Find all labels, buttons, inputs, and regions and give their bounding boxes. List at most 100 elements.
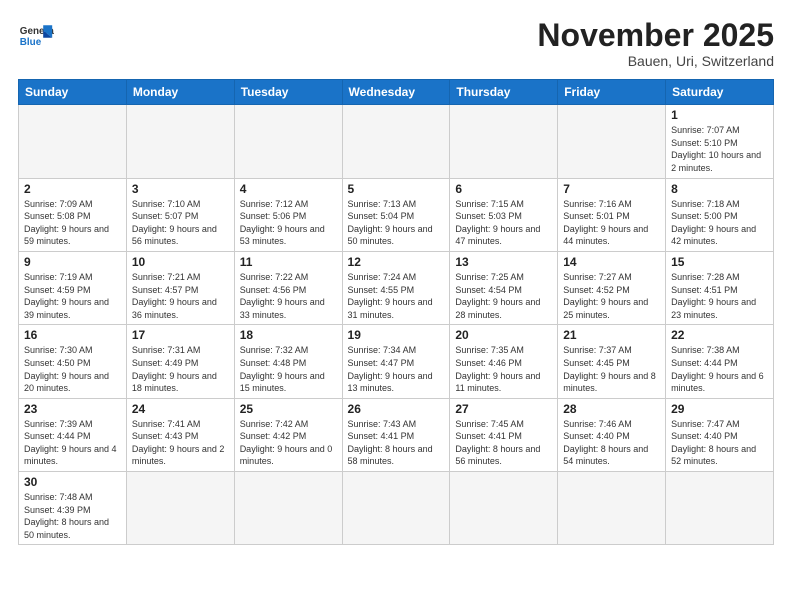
col-thursday: Thursday xyxy=(450,80,558,105)
day-info: Sunrise: 7:35 AM Sunset: 4:46 PM Dayligh… xyxy=(455,344,552,394)
day-info: Sunrise: 7:42 AM Sunset: 4:42 PM Dayligh… xyxy=(240,418,337,468)
day-number: 12 xyxy=(348,255,445,269)
col-friday: Friday xyxy=(558,80,666,105)
day-info: Sunrise: 7:45 AM Sunset: 4:41 PM Dayligh… xyxy=(455,418,552,468)
day-info: Sunrise: 7:13 AM Sunset: 5:04 PM Dayligh… xyxy=(348,198,445,248)
day-info: Sunrise: 7:37 AM Sunset: 4:45 PM Dayligh… xyxy=(563,344,660,394)
calendar-cell: 18 Sunrise: 7:32 AM Sunset: 4:48 PM Dayli… xyxy=(234,325,342,398)
day-info: Sunrise: 7:31 AM Sunset: 4:49 PM Dayligh… xyxy=(132,344,229,394)
calendar-cell xyxy=(342,472,450,545)
calendar-week-row-1: 2 Sunrise: 7:09 AM Sunset: 5:08 PM Daylig… xyxy=(19,178,774,251)
day-number: 13 xyxy=(455,255,552,269)
calendar-cell xyxy=(558,105,666,178)
calendar-cell: 26Sunrise: 7:43 AM Sunset: 4:41 PM Dayli… xyxy=(342,398,450,471)
calendar-cell: 27Sunrise: 7:45 AM Sunset: 4:41 PM Dayli… xyxy=(450,398,558,471)
calendar-cell xyxy=(126,105,234,178)
calendar-cell: 8 Sunrise: 7:18 AM Sunset: 5:00 PM Daylig… xyxy=(666,178,774,251)
day-info: Sunrise: 7:10 AM Sunset: 5:07 PM Dayligh… xyxy=(132,198,229,248)
calendar-table: Sunday Monday Tuesday Wednesday Thursday… xyxy=(18,79,774,545)
day-number: 4 xyxy=(240,182,337,196)
calendar-cell: 9Sunrise: 7:19 AM Sunset: 4:59 PM Daylig… xyxy=(19,251,127,324)
calendar-cell: 29 Sunrise: 7:47 AM Sunset: 4:40 PM Dayli… xyxy=(666,398,774,471)
calendar-cell: 1 Sunrise: 7:07 AM Sunset: 5:10 PM Daylig… xyxy=(666,105,774,178)
day-info: Sunrise: 7:25 AM Sunset: 4:54 PM Dayligh… xyxy=(455,271,552,321)
calendar-cell: 2 Sunrise: 7:09 AM Sunset: 5:08 PM Daylig… xyxy=(19,178,127,251)
calendar-week-row-4: 23Sunrise: 7:39 AM Sunset: 4:44 PM Dayli… xyxy=(19,398,774,471)
calendar-cell: 10Sunrise: 7:21 AM Sunset: 4:57 PM Dayli… xyxy=(126,251,234,324)
day-info: Sunrise: 7:07 AM Sunset: 5:10 PM Dayligh… xyxy=(671,124,768,174)
day-info: Sunrise: 7:15 AM Sunset: 5:03 PM Dayligh… xyxy=(455,198,552,248)
col-wednesday: Wednesday xyxy=(342,80,450,105)
calendar-body: 1 Sunrise: 7:07 AM Sunset: 5:10 PM Daylig… xyxy=(19,105,774,545)
title-block: November 2025 Bauen, Uri, Switzerland xyxy=(537,18,774,69)
day-info: Sunrise: 7:28 AM Sunset: 4:51 PM Dayligh… xyxy=(671,271,768,321)
day-info: Sunrise: 7:34 AM Sunset: 4:47 PM Dayligh… xyxy=(348,344,445,394)
calendar-cell: 28 Sunrise: 7:46 AM Sunset: 4:40 PM Dayli… xyxy=(558,398,666,471)
calendar-cell: 4 Sunrise: 7:12 AM Sunset: 5:06 PM Daylig… xyxy=(234,178,342,251)
day-number: 9 xyxy=(24,255,121,269)
day-number: 29 xyxy=(671,402,768,416)
day-info: Sunrise: 7:47 AM Sunset: 4:40 PM Dayligh… xyxy=(671,418,768,468)
calendar-cell xyxy=(234,105,342,178)
day-number: 8 xyxy=(671,182,768,196)
calendar-cell: 30Sunrise: 7:48 AM Sunset: 4:39 PM Dayli… xyxy=(19,472,127,545)
day-number: 26 xyxy=(348,402,445,416)
calendar-cell: 5 Sunrise: 7:13 AM Sunset: 5:04 PM Daylig… xyxy=(342,178,450,251)
calendar-cell xyxy=(342,105,450,178)
logo: General Blue xyxy=(18,18,54,54)
day-number: 19 xyxy=(348,328,445,342)
day-number: 11 xyxy=(240,255,337,269)
day-info: Sunrise: 7:32 AM Sunset: 4:48 PM Dayligh… xyxy=(240,344,337,394)
day-info: Sunrise: 7:27 AM Sunset: 4:52 PM Dayligh… xyxy=(563,271,660,321)
day-info: Sunrise: 7:21 AM Sunset: 4:57 PM Dayligh… xyxy=(132,271,229,321)
calendar-cell xyxy=(234,472,342,545)
day-info: Sunrise: 7:30 AM Sunset: 4:50 PM Dayligh… xyxy=(24,344,121,394)
day-info: Sunrise: 7:38 AM Sunset: 4:44 PM Dayligh… xyxy=(671,344,768,394)
calendar-cell: 12 Sunrise: 7:24 AM Sunset: 4:55 PM Dayli… xyxy=(342,251,450,324)
day-number: 22 xyxy=(671,328,768,342)
calendar-cell: 20 Sunrise: 7:35 AM Sunset: 4:46 PM Dayli… xyxy=(450,325,558,398)
calendar-cell xyxy=(19,105,127,178)
day-number: 2 xyxy=(24,182,121,196)
calendar-header-row: Sunday Monday Tuesday Wednesday Thursday… xyxy=(19,80,774,105)
day-info: Sunrise: 7:39 AM Sunset: 4:44 PM Dayligh… xyxy=(24,418,121,468)
day-info: Sunrise: 7:09 AM Sunset: 5:08 PM Dayligh… xyxy=(24,198,121,248)
day-info: Sunrise: 7:41 AM Sunset: 4:43 PM Dayligh… xyxy=(132,418,229,468)
day-info: Sunrise: 7:24 AM Sunset: 4:55 PM Dayligh… xyxy=(348,271,445,321)
calendar-cell: 19 Sunrise: 7:34 AM Sunset: 4:47 PM Dayli… xyxy=(342,325,450,398)
day-info: Sunrise: 7:46 AM Sunset: 4:40 PM Dayligh… xyxy=(563,418,660,468)
day-number: 14 xyxy=(563,255,660,269)
calendar-week-row-5: 30Sunrise: 7:48 AM Sunset: 4:39 PM Dayli… xyxy=(19,472,774,545)
calendar-cell: 15 Sunrise: 7:28 AM Sunset: 4:51 PM Dayli… xyxy=(666,251,774,324)
col-tuesday: Tuesday xyxy=(234,80,342,105)
day-number: 21 xyxy=(563,328,660,342)
calendar-cell: 17 Sunrise: 7:31 AM Sunset: 4:49 PM Dayli… xyxy=(126,325,234,398)
day-number: 5 xyxy=(348,182,445,196)
calendar-cell: 13 Sunrise: 7:25 AM Sunset: 4:54 PM Dayli… xyxy=(450,251,558,324)
day-number: 20 xyxy=(455,328,552,342)
day-info: Sunrise: 7:12 AM Sunset: 5:06 PM Dayligh… xyxy=(240,198,337,248)
day-number: 17 xyxy=(132,328,229,342)
calendar-cell xyxy=(666,472,774,545)
page: General Blue November 2025 Bauen, Uri, S… xyxy=(0,0,792,612)
header: General Blue November 2025 Bauen, Uri, S… xyxy=(18,18,774,69)
day-number: 25 xyxy=(240,402,337,416)
day-number: 24 xyxy=(132,402,229,416)
day-number: 1 xyxy=(671,108,768,122)
calendar-cell xyxy=(450,472,558,545)
calendar-cell xyxy=(126,472,234,545)
day-number: 15 xyxy=(671,255,768,269)
calendar-cell: 3Sunrise: 7:10 AM Sunset: 5:07 PM Daylig… xyxy=(126,178,234,251)
col-monday: Monday xyxy=(126,80,234,105)
calendar-week-row-2: 9Sunrise: 7:19 AM Sunset: 4:59 PM Daylig… xyxy=(19,251,774,324)
calendar-cell: 22 Sunrise: 7:38 AM Sunset: 4:44 PM Dayli… xyxy=(666,325,774,398)
day-number: 7 xyxy=(563,182,660,196)
day-number: 28 xyxy=(563,402,660,416)
day-number: 30 xyxy=(24,475,121,489)
day-number: 18 xyxy=(240,328,337,342)
month-year: November 2025 xyxy=(537,18,774,53)
calendar-cell: 24 Sunrise: 7:41 AM Sunset: 4:43 PM Dayli… xyxy=(126,398,234,471)
svg-text:Blue: Blue xyxy=(20,37,42,48)
day-info: Sunrise: 7:18 AM Sunset: 5:00 PM Dayligh… xyxy=(671,198,768,248)
generalblue-logo-icon: General Blue xyxy=(18,18,54,54)
